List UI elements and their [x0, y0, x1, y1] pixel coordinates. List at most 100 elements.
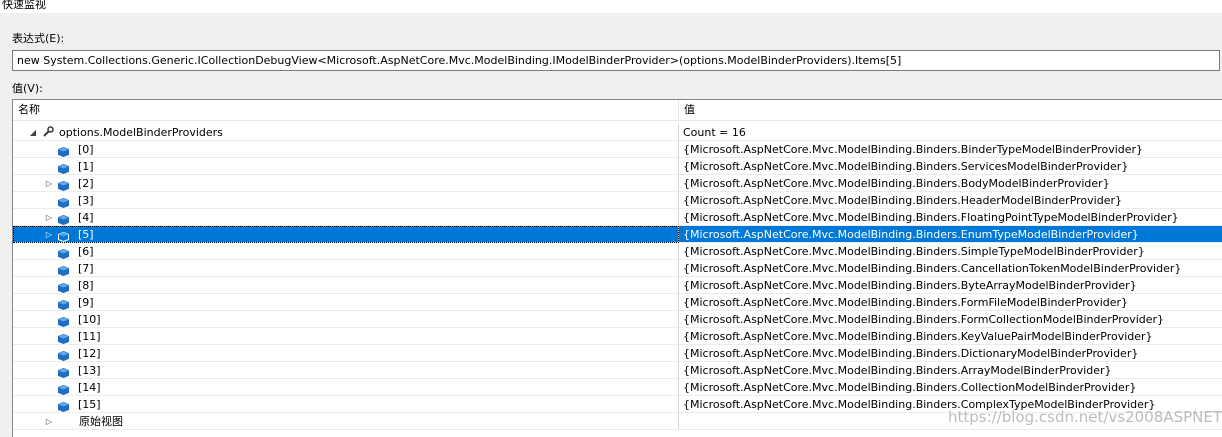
column-header-name[interactable]: 名称	[13, 100, 679, 120]
name-cell[interactable]: ▷ [5]	[13, 226, 679, 243]
window-title-bar: 快速监视	[0, 0, 1222, 13]
name-cell[interactable]: ▷ [4]	[13, 209, 679, 226]
expand-toggle-icon[interactable]: ▷	[44, 226, 54, 243]
name-cell[interactable]: [6]	[13, 243, 679, 260]
name-cell[interactable]: [3]	[13, 192, 679, 209]
object-icon	[58, 315, 68, 324]
name-cell[interactable]: [9]	[13, 294, 679, 311]
tree-row[interactable]: [12] {Microsoft.AspNetCore.Mvc.ModelBindi…	[13, 345, 1222, 362]
object-icon	[58, 230, 68, 239]
window-title: 快速监视	[2, 0, 46, 12]
expression-input[interactable]: new System.Collections.Generic.ICollecti…	[12, 50, 1220, 71]
tree-row[interactable]: [8] {Microsoft.AspNetCore.Mvc.ModelBindin…	[13, 277, 1222, 294]
grid-header: 名称 值	[13, 100, 1222, 121]
name-cell[interactable]: [1]	[13, 158, 679, 175]
tree-row[interactable]: ◢ options.ModelBinderProviders Count = 16	[13, 124, 1222, 141]
value-cell[interactable]: {Microsoft.AspNetCore.Mvc.ModelBinding.B…	[679, 209, 1222, 226]
watch-value-grid[interactable]: 名称 值 ◢ options.ModelBinderProviders Count …	[12, 99, 1222, 437]
row-name-label: [2]	[78, 175, 94, 192]
value-cell[interactable]: {Microsoft.AspNetCore.Mvc.ModelBinding.B…	[679, 226, 1222, 243]
name-cell[interactable]: [11]	[13, 328, 679, 345]
tree-row[interactable]: [10] {Microsoft.AspNetCore.Mvc.ModelBindi…	[13, 311, 1222, 328]
expand-toggle-icon[interactable]: ▷	[44, 209, 54, 226]
value-cell[interactable]: {Microsoft.AspNetCore.Mvc.ModelBinding.B…	[679, 243, 1222, 260]
row-name-label: [11]	[78, 328, 101, 345]
name-cell[interactable]: [8]	[13, 277, 679, 294]
value-cell[interactable]: {Microsoft.AspNetCore.Mvc.ModelBinding.B…	[679, 345, 1222, 362]
collapse-toggle-icon[interactable]: ◢	[28, 124, 38, 141]
tree-row[interactable]: ▷ [5] {Microsoft.AspNetCore.Mvc.ModelBindi…	[13, 226, 1222, 243]
row-name-label: [12]	[78, 345, 101, 362]
tree-row[interactable]: [1] {Microsoft.AspNetCore.Mvc.ModelBindin…	[13, 158, 1222, 175]
tree-row[interactable]: [7] {Microsoft.AspNetCore.Mvc.ModelBindin…	[13, 260, 1222, 277]
expand-toggle-icon[interactable]: ▷	[44, 413, 54, 430]
tree-row[interactable]: [9] {Microsoft.AspNetCore.Mvc.ModelBindin…	[13, 294, 1222, 311]
object-icon	[58, 332, 68, 341]
object-icon	[58, 213, 68, 222]
object-icon	[58, 162, 68, 171]
value-cell[interactable]: {Microsoft.AspNetCore.Mvc.ModelBinding.B…	[679, 158, 1222, 175]
row-name-label: [1]	[78, 158, 94, 175]
object-icon	[58, 196, 68, 205]
object-icon	[58, 349, 68, 358]
name-cell[interactable]: [13]	[13, 362, 679, 379]
value-cell[interactable]: {Microsoft.AspNetCore.Mvc.ModelBinding.B…	[679, 379, 1222, 396]
tree-row[interactable]: [3] {Microsoft.AspNetCore.Mvc.ModelBindin…	[13, 192, 1222, 209]
row-name-label: [6]	[78, 243, 94, 260]
row-name-label: 原始视图	[79, 413, 123, 430]
value-cell[interactable]: {Microsoft.AspNetCore.Mvc.ModelBinding.B…	[679, 277, 1222, 294]
name-cell[interactable]: [10]	[13, 311, 679, 328]
tree-row[interactable]: ▷ [4] {Microsoft.AspNetCore.Mvc.ModelBindi…	[13, 209, 1222, 226]
row-name-label: [14]	[78, 379, 101, 396]
value-label: 值(V):	[12, 80, 43, 96]
name-cell[interactable]: [12]	[13, 345, 679, 362]
row-name-label: [8]	[78, 277, 94, 294]
object-icon	[58, 400, 68, 409]
object-icon	[58, 366, 68, 375]
expand-toggle-icon[interactable]: ▷	[44, 175, 54, 192]
value-cell[interactable]: {Microsoft.AspNetCore.Mvc.ModelBinding.B…	[679, 328, 1222, 345]
wrench-icon	[42, 128, 52, 137]
name-cell[interactable]: [7]	[13, 260, 679, 277]
row-name-label: [7]	[78, 260, 94, 277]
row-name-label: [10]	[78, 311, 101, 328]
row-name-label: options.ModelBinderProviders	[59, 124, 223, 141]
row-name-label: [5]	[78, 226, 94, 243]
row-name-label: [9]	[78, 294, 94, 311]
value-cell[interactable]: Count = 16	[679, 124, 1222, 141]
value-cell[interactable]: {Microsoft.AspNetCore.Mvc.ModelBinding.B…	[679, 260, 1222, 277]
object-icon	[58, 179, 68, 188]
name-cell[interactable]: [14]	[13, 379, 679, 396]
row-name-label: [15]	[78, 396, 101, 413]
row-name-label: [0]	[78, 141, 94, 158]
name-cell[interactable]: [0]	[13, 141, 679, 158]
tree-row[interactable]: [13] {Microsoft.AspNetCore.Mvc.ModelBindi…	[13, 362, 1222, 379]
tree-row[interactable]: [14] {Microsoft.AspNetCore.Mvc.ModelBindi…	[13, 379, 1222, 396]
value-cell[interactable]: {Microsoft.AspNetCore.Mvc.ModelBinding.B…	[679, 311, 1222, 328]
name-cell[interactable]: ▷ 原始视图	[13, 413, 679, 430]
row-name-label: [13]	[78, 362, 101, 379]
object-icon	[58, 383, 68, 392]
value-cell[interactable]: {Microsoft.AspNetCore.Mvc.ModelBinding.B…	[679, 294, 1222, 311]
name-cell[interactable]: ▷ [2]	[13, 175, 679, 192]
value-cell[interactable]: {Microsoft.AspNetCore.Mvc.ModelBinding.B…	[679, 362, 1222, 379]
name-cell[interactable]: [15]	[13, 396, 679, 413]
object-icon	[58, 281, 68, 290]
value-cell[interactable]: {Microsoft.AspNetCore.Mvc.ModelBinding.B…	[679, 175, 1222, 192]
object-icon	[58, 298, 68, 307]
value-cell[interactable]: {Microsoft.AspNetCore.Mvc.ModelBinding.B…	[679, 192, 1222, 209]
tree-row[interactable]: ▷ [2] {Microsoft.AspNetCore.Mvc.ModelBindi…	[13, 175, 1222, 192]
object-icon	[58, 145, 68, 154]
value-cell[interactable]: {Microsoft.AspNetCore.Mvc.ModelBinding.B…	[679, 141, 1222, 158]
column-header-value[interactable]: 值	[679, 100, 1219, 120]
tree-row[interactable]: [6] {Microsoft.AspNetCore.Mvc.ModelBindin…	[13, 243, 1222, 260]
raw-view-icon	[58, 417, 68, 426]
row-name-label: [4]	[78, 209, 94, 226]
watermark: https://blog.csdn.net/vs2008ASPNET	[948, 408, 1222, 426]
expression-label: 表达式(E):	[12, 30, 64, 46]
tree-row[interactable]: [0] {Microsoft.AspNetCore.Mvc.ModelBindin…	[13, 141, 1222, 158]
tree-row[interactable]: [11] {Microsoft.AspNetCore.Mvc.ModelBindi…	[13, 328, 1222, 345]
grid-rows: ◢ options.ModelBinderProviders Count = 16[…	[13, 124, 1222, 430]
name-cell[interactable]: ◢ options.ModelBinderProviders	[13, 124, 679, 141]
object-icon	[58, 247, 68, 256]
